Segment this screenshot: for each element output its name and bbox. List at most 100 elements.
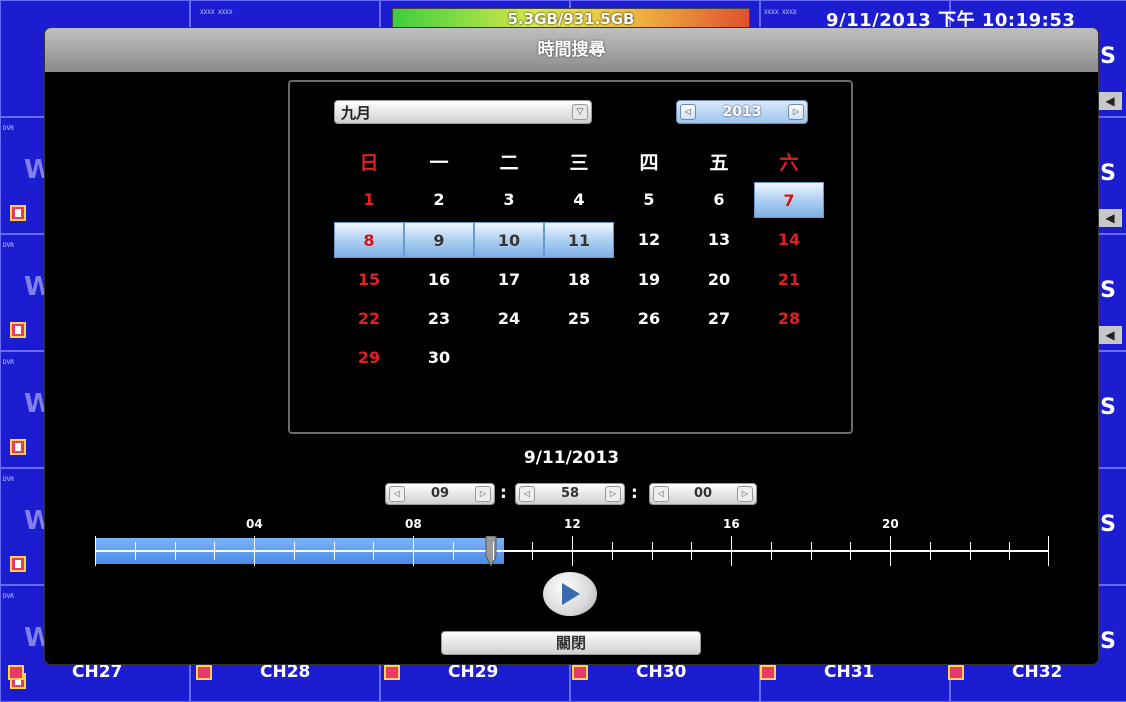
play-button[interactable] xyxy=(543,572,597,616)
calendar-day[interactable]: 28 xyxy=(754,301,824,337)
minute-increment-button[interactable]: ▷ xyxy=(605,486,621,502)
timeline-tick xyxy=(651,542,653,560)
calendar-day[interactable]: 2 xyxy=(404,182,474,218)
calendar-day[interactable]: 8 xyxy=(334,222,404,258)
dialog-title: 時間搜尋 xyxy=(45,28,1098,72)
chevron-down-icon[interactable]: ▽ xyxy=(572,104,588,120)
speaker-icon[interactable]: ◀ xyxy=(1098,209,1122,227)
tile-watermark-right: S xyxy=(1100,161,1116,186)
calendar-day[interactable]: 22 xyxy=(334,301,404,337)
channel-label[interactable]: CH30 xyxy=(636,662,686,683)
calendar-day[interactable]: 1 xyxy=(334,182,404,218)
close-button[interactable]: 關閉 xyxy=(441,631,701,655)
timeline-tick xyxy=(333,542,335,560)
record-film-icon xyxy=(10,322,26,338)
weekday-header: 日 xyxy=(359,152,379,174)
speaker-icon[interactable]: ◀ xyxy=(1098,326,1122,344)
calendar-day[interactable]: 7 xyxy=(754,182,824,218)
calendar-day[interactable]: 3 xyxy=(474,182,544,218)
timeline-tick xyxy=(1048,536,1049,566)
calendar-day[interactable]: 16 xyxy=(404,262,474,298)
record-film-icon xyxy=(384,665,400,680)
calendar-day[interactable]: 24 xyxy=(474,301,544,337)
record-film-icon xyxy=(10,205,26,221)
speaker-icon[interactable]: ◀ xyxy=(1098,92,1122,110)
calendar-day[interactable]: 14 xyxy=(754,222,824,258)
year-next-button[interactable]: ▷ xyxy=(788,104,804,120)
timeline-tick xyxy=(254,536,255,566)
storage-text: 5.3GB/931.5GB xyxy=(507,10,635,28)
calendar-day[interactable]: 5 xyxy=(614,182,684,218)
calendar: 九月 ▽ ◁ 2013 ▷ 日一二三四五六 1 2 3 4 5 6 7 8 9 10 11 12 13 14… xyxy=(288,80,853,434)
channel-bar: CH27 CH28 CH29 CH30 CH31 CH32 xyxy=(0,662,1126,683)
year-stepper: ◁ 2013 ▷ xyxy=(676,100,808,124)
tile-watermark-right: S xyxy=(1100,278,1116,303)
top-status-bar: XXXX XXXX 5.3GB/931.5GB XXXX XXXX 9/11/2… xyxy=(0,0,1126,31)
timeline-hour-label: 16 xyxy=(723,517,740,531)
calendar-day[interactable]: 18 xyxy=(544,262,614,298)
calendar-day[interactable]: 12 xyxy=(614,222,684,258)
record-film-icon xyxy=(760,665,776,680)
calendar-day[interactable]: 26 xyxy=(614,301,684,337)
timeline-tick xyxy=(373,542,375,560)
record-film-icon xyxy=(572,665,588,680)
record-film-icon xyxy=(8,665,24,680)
timeline-tick xyxy=(611,542,613,560)
timeline-tick xyxy=(969,542,971,560)
play-icon xyxy=(562,583,580,605)
hour-stepper: ◁ 09 ▷ xyxy=(385,483,495,505)
calendar-day[interactable]: 21 xyxy=(754,262,824,298)
calendar-day[interactable]: 10 xyxy=(474,222,544,258)
timeline-tick xyxy=(770,542,772,560)
calendar-day[interactable]: 4 xyxy=(544,182,614,218)
calendar-day[interactable]: 30 xyxy=(404,340,474,376)
hour-increment-button[interactable]: ▷ xyxy=(475,486,491,502)
timeline-hour-label: 08 xyxy=(405,517,422,531)
calendar-day[interactable]: 23 xyxy=(404,301,474,337)
calendar-day[interactable]: 20 xyxy=(684,262,754,298)
calendar-day[interactable]: 6 xyxy=(684,182,754,218)
selected-date: 9/11/2013 xyxy=(523,448,620,468)
channel-label[interactable]: CH29 xyxy=(448,662,498,683)
timeline-tick xyxy=(890,536,891,566)
weekday-header: 二 xyxy=(499,152,519,174)
top-small-label-2: XXXX XXXX xyxy=(764,9,797,16)
record-film-icon xyxy=(196,665,212,680)
tile-label: DVR xyxy=(3,125,14,132)
second-increment-button[interactable]: ▷ xyxy=(737,486,753,502)
calendar-day[interactable]: 29 xyxy=(334,340,404,376)
calendar-day[interactable]: 27 xyxy=(684,301,754,337)
time-separator: : xyxy=(500,483,507,503)
tile-watermark-right: S xyxy=(1100,44,1116,69)
channel-label[interactable]: CH31 xyxy=(824,662,874,683)
calendar-day[interactable]: 19 xyxy=(614,262,684,298)
channel-label[interactable]: CH27 xyxy=(72,662,122,683)
month-select[interactable]: 九月 ▽ xyxy=(334,100,592,124)
calendar-day[interactable]: 25 xyxy=(544,301,614,337)
time-separator-2: : xyxy=(631,483,638,503)
tile-label: DVR xyxy=(3,593,14,600)
timeline-hour-label: 04 xyxy=(246,517,263,531)
storage-bar: 5.3GB/931.5GB xyxy=(392,8,750,30)
record-film-icon xyxy=(948,665,964,680)
calendar-day[interactable]: 13 xyxy=(684,222,754,258)
tile-watermark-right: S xyxy=(1100,512,1116,537)
channel-label[interactable]: CH32 xyxy=(1012,662,1062,683)
tile-label: DVR xyxy=(3,242,14,249)
weekday-header: 一 xyxy=(429,152,449,174)
calendar-day[interactable]: 15 xyxy=(334,262,404,298)
top-small-label: XXXX XXXX xyxy=(200,9,233,16)
timeline[interactable] xyxy=(95,536,1049,566)
calendar-day[interactable]: 9 xyxy=(404,222,474,258)
calendar-day[interactable]: 17 xyxy=(474,262,544,298)
channel-label[interactable]: CH28 xyxy=(260,662,310,683)
timeline-tick xyxy=(95,536,96,566)
timeline-tick xyxy=(413,536,414,566)
timeline-thumb[interactable] xyxy=(484,536,498,566)
weekday-header: 六 xyxy=(779,152,799,174)
timeline-tick xyxy=(850,542,852,560)
timeline-tick xyxy=(572,536,573,566)
calendar-day[interactable]: 11 xyxy=(544,222,614,258)
timeline-tick xyxy=(293,542,295,560)
tile-watermark-right: S xyxy=(1100,629,1116,654)
